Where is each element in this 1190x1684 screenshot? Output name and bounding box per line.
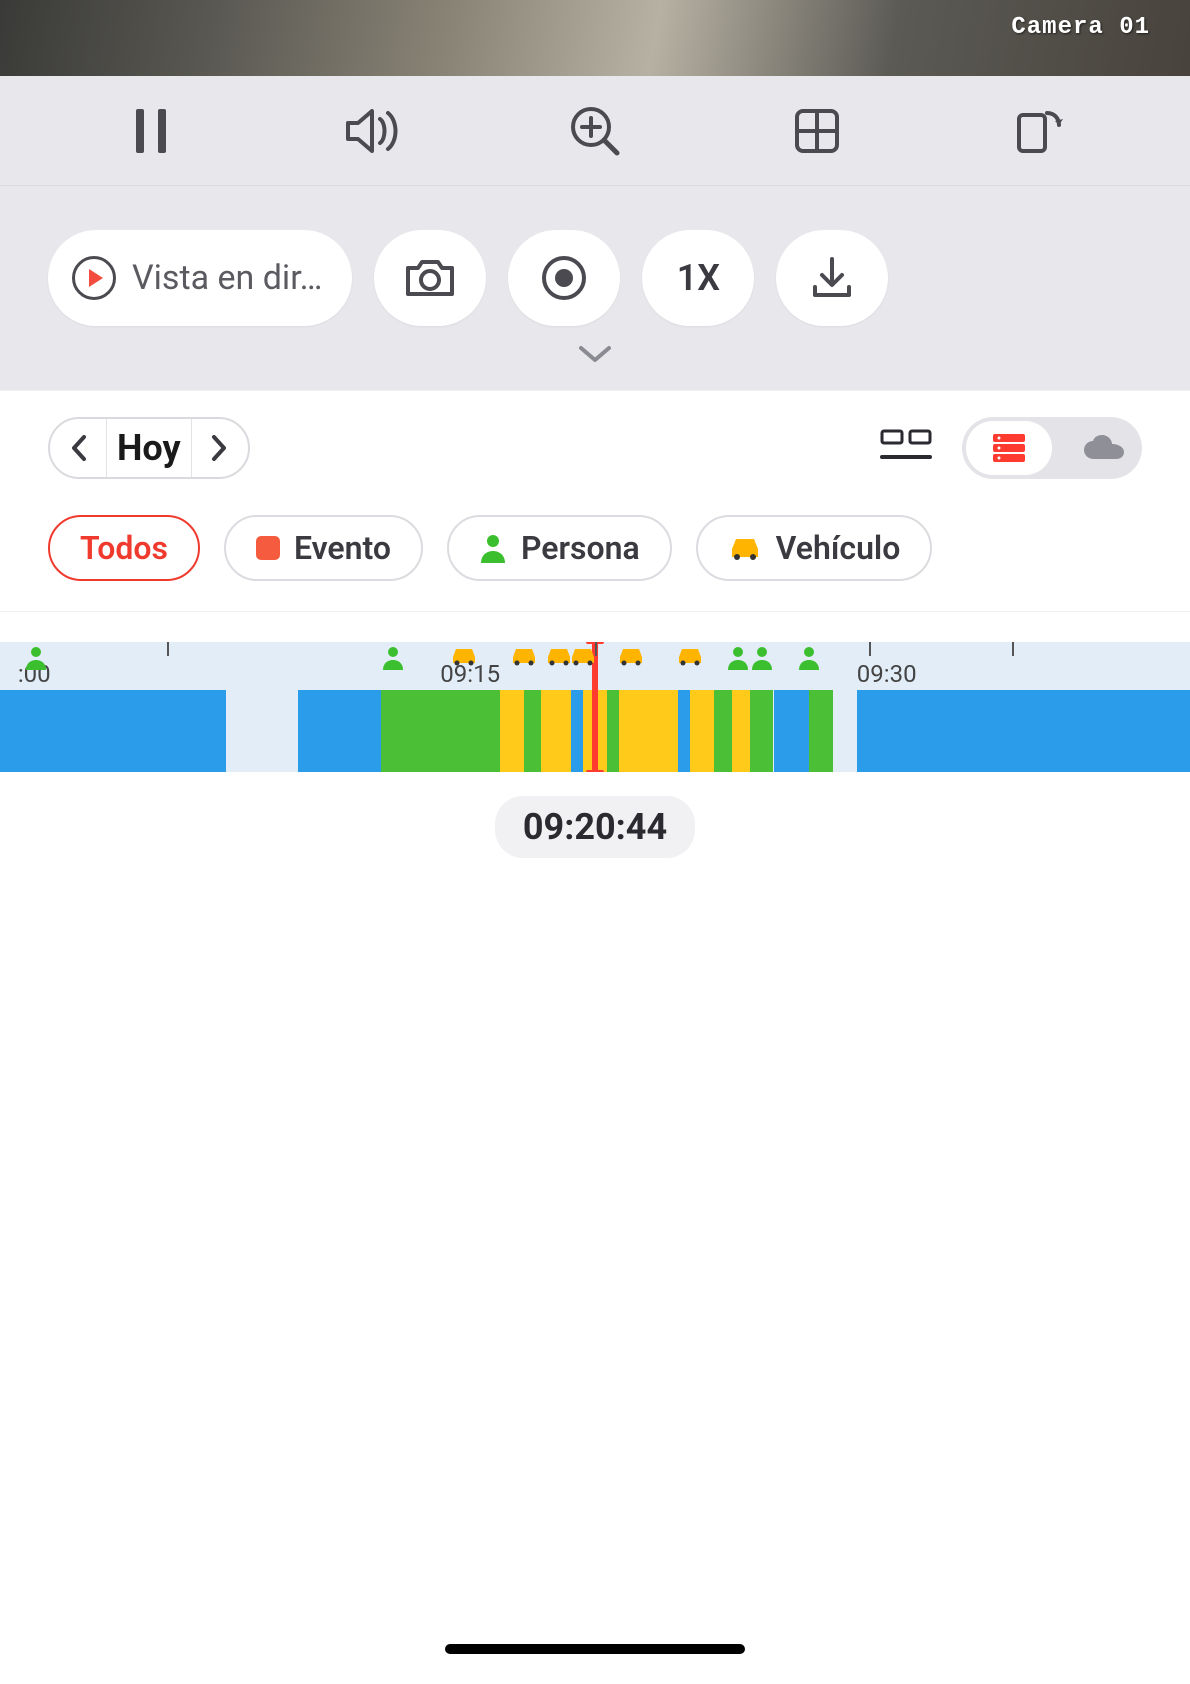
date-navigator: Hoy: [48, 417, 250, 479]
marker-vehicle-icon: [617, 646, 645, 670]
download-button[interactable]: [776, 230, 888, 326]
cloud-storage-option[interactable]: [1082, 417, 1126, 479]
marker-person-icon: [382, 646, 404, 674]
timeline-segment: [524, 690, 542, 772]
live-view-button[interactable]: Vista en dir…: [48, 230, 352, 326]
list-view-icon: [880, 429, 932, 467]
playback-speed-button[interactable]: 1X: [642, 230, 754, 326]
marker-vehicle-icon: [676, 646, 704, 670]
current-time-label: 09:20:44: [495, 796, 695, 858]
cloud-icon: [1082, 433, 1126, 463]
timeline-segment: [0, 690, 226, 772]
filter-event-label: Evento: [294, 529, 391, 567]
person-icon: [479, 533, 507, 563]
timeline-segment: [381, 690, 500, 772]
rotate-device-icon: [1013, 105, 1065, 157]
timeline-segment: [750, 690, 774, 772]
storage-source-toggle[interactable]: [962, 417, 1142, 479]
storage-icon: [991, 432, 1027, 464]
camera-icon: [404, 256, 456, 300]
play-icon: [72, 256, 116, 300]
filter-event[interactable]: Evento: [224, 515, 423, 581]
timeline-segment: [571, 690, 583, 772]
marker-person-icon: [751, 646, 773, 674]
timeline-segment: [714, 690, 732, 772]
timeline-segment: [857, 690, 1190, 772]
date-label[interactable]: Hoy: [106, 417, 192, 479]
timeline-segment: [298, 690, 381, 772]
home-indicator: [445, 1644, 745, 1654]
player-toolbar: [0, 76, 1190, 186]
chevron-left-icon: [68, 433, 88, 463]
local-storage-option[interactable]: [966, 421, 1052, 475]
marker-person-icon: [798, 646, 820, 674]
controls-area: Vista en dir… 1X: [0, 186, 1190, 390]
chevron-right-icon: [210, 433, 230, 463]
timeline-segment: [619, 690, 679, 772]
filter-vehicle[interactable]: Vehículo: [696, 515, 933, 581]
timeline-tick: [1012, 642, 1014, 656]
timeline-segment: [690, 690, 714, 772]
speed-label: 1X: [677, 257, 720, 299]
marker-vehicle-icon: [510, 646, 538, 670]
snapshot-button[interactable]: [374, 230, 486, 326]
date-source-row: Hoy: [0, 390, 1190, 505]
rotate-button[interactable]: [1009, 101, 1069, 161]
camera-feed[interactable]: Camera 01: [0, 0, 1190, 76]
timeline-segment: [541, 690, 571, 772]
next-day-button[interactable]: [192, 433, 248, 463]
vehicle-icon: [728, 535, 762, 561]
filter-all[interactable]: Todos: [48, 515, 200, 581]
event-filter-row: Todos Evento Persona Vehículo: [0, 505, 1190, 612]
record-button[interactable]: [508, 230, 620, 326]
timeline-segment: [607, 690, 619, 772]
marker-vehicle-icon: [569, 646, 597, 670]
timeline[interactable]: :0009:1509:30: [0, 642, 1190, 772]
marker-vehicle-icon: [450, 646, 478, 670]
timeline-segment: [678, 690, 690, 772]
audio-button[interactable]: [343, 101, 403, 161]
timeline-tick: [869, 642, 871, 656]
view-mode-button[interactable]: [880, 429, 932, 467]
timeline-tick: [167, 642, 169, 656]
filter-vehicle-label: Vehículo: [776, 529, 901, 567]
zoom-in-icon: [567, 103, 623, 159]
filter-all-label: Todos: [80, 529, 168, 567]
timeline-section: :0009:1509:30 09:20:44: [0, 612, 1190, 858]
timeline-segment: [732, 690, 750, 772]
event-color-icon: [256, 536, 280, 560]
live-view-label: Vista en dir…: [132, 258, 322, 298]
timeline-segment: [500, 690, 524, 772]
timeline-segment: [809, 690, 833, 772]
layout-button[interactable]: [787, 101, 847, 161]
pause-button[interactable]: [121, 101, 181, 161]
timeline-tick-label: 09:30: [857, 660, 917, 688]
speaker-icon: [344, 107, 402, 155]
prev-day-button[interactable]: [50, 433, 106, 463]
download-icon: [809, 255, 855, 301]
grid-icon: [793, 107, 841, 155]
camera-label: Camera 01: [1011, 14, 1150, 41]
marker-person-icon: [25, 646, 47, 674]
timeline-segment: [774, 690, 810, 772]
pause-icon: [132, 107, 170, 155]
expand-controls-button[interactable]: [577, 344, 613, 366]
marker-person-icon: [727, 646, 749, 674]
zoom-button[interactable]: [565, 101, 625, 161]
record-icon: [541, 255, 587, 301]
filter-person-label: Persona: [521, 529, 640, 567]
filter-person[interactable]: Persona: [447, 515, 672, 581]
